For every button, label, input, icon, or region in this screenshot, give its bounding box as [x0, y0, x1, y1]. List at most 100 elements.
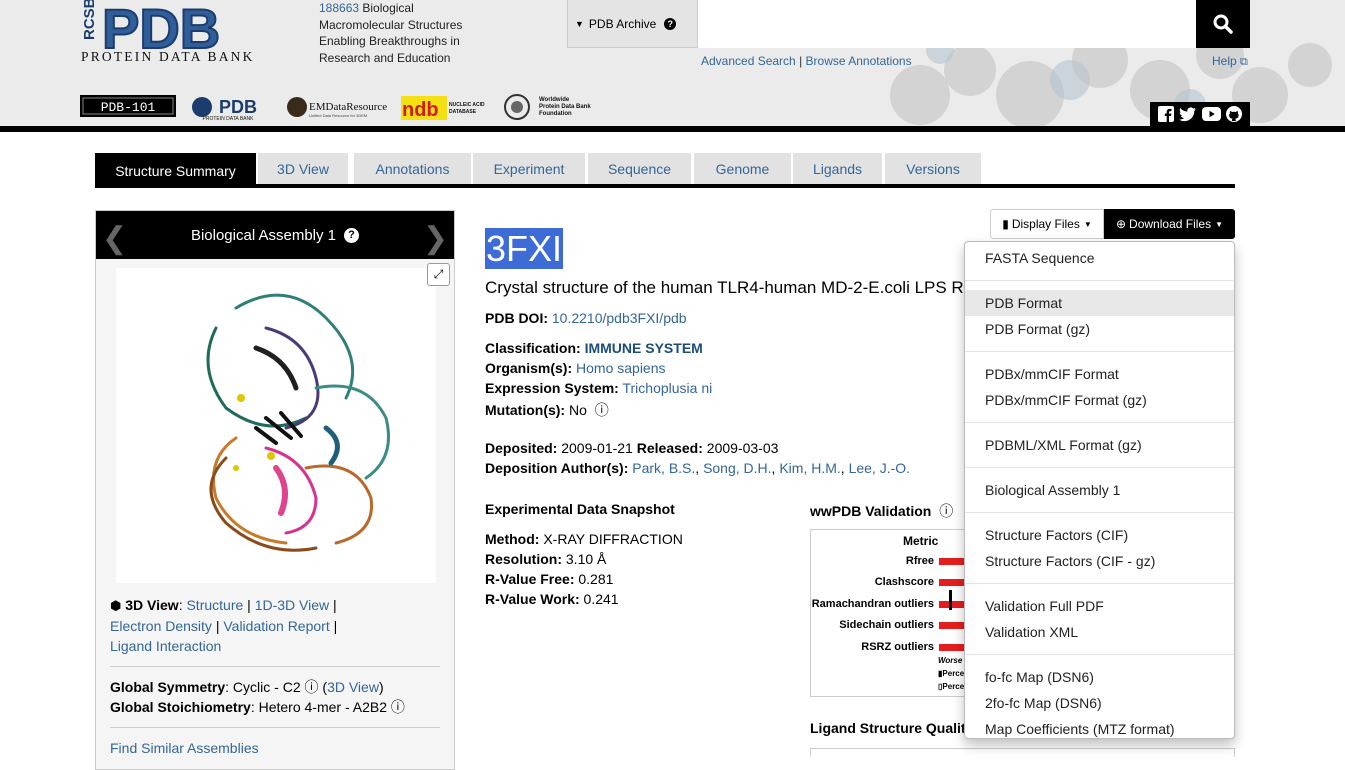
ndb-logo[interactable]: ndb NUCLEIC ACID DATABASE — [401, 96, 485, 121]
1d-3d-view-link[interactable]: 1D-3D View — [255, 597, 329, 613]
help-link[interactable]: Help ⧉ — [1212, 54, 1248, 69]
cube-icon: ⬢ — [110, 598, 122, 613]
tab-3d-view[interactable]: 3D View — [258, 153, 348, 184]
authors-row: Deposition Author(s): Park, B.S., Song, … — [485, 460, 911, 476]
prev-arrow-icon[interactable]: ❮ — [102, 221, 127, 256]
doi-link[interactable]: 10.2210/pdb3FXI/pdb — [552, 310, 687, 326]
youtube-icon[interactable] — [1201, 107, 1221, 121]
emdataresource-logo[interactable]: EMDataResource Unified Data Resource for… — [287, 97, 387, 118]
svg-text:PROTEIN DATA BANK: PROTEIN DATA BANK — [81, 49, 255, 64]
external-link-icon: ⧉ — [1240, 56, 1248, 68]
search-icon — [1213, 14, 1233, 34]
download-menu-item[interactable]: Structure Factors (CIF) — [965, 522, 1234, 548]
tab-ligands[interactable]: Ligands — [793, 153, 882, 184]
site-header: RCSB PDB PROTEIN DATA BANK 188663 Biolog… — [0, 0, 1345, 126]
electron-density-link[interactable]: Electron Density — [110, 618, 212, 634]
browse-annotations-link[interactable]: Browse Annotations — [806, 54, 912, 68]
structure-title: Crystal structure of the human TLR4-huma… — [485, 278, 965, 297]
symmetry-3d-view-link[interactable]: 3D View — [327, 679, 379, 695]
download-menu-item[interactable]: fo-fc Map (DSN6) — [965, 664, 1234, 690]
dates-row: Deposited: 2009-01-21 Released: 2009-03-… — [485, 440, 779, 456]
svg-text:EMDataResource: EMDataResource — [309, 101, 387, 113]
tab-sequence[interactable]: Sequence — [588, 153, 691, 184]
assembly-title: Biological Assembly 1 — [190, 226, 337, 244]
structure-view-link[interactable]: Structure — [186, 597, 243, 613]
rfree-row: R-Value Free: 0.281 — [485, 571, 614, 587]
menu-divider — [965, 280, 1234, 281]
divider — [110, 727, 440, 728]
tab-genome[interactable]: Genome — [694, 153, 791, 184]
download-menu-item[interactable]: PDBML/XML Format (gz) — [965, 432, 1234, 458]
info-icon[interactable]: ⓘ — [595, 402, 609, 418]
validation-report-link[interactable]: Validation Report — [223, 618, 329, 634]
pdb101-logo[interactable]: PDB-101 — [80, 95, 176, 117]
organism-link[interactable]: Homo sapiens — [576, 360, 666, 376]
rcsb-pdb-logo[interactable]: RCSB PDB PROTEIN DATA BANK — [80, 0, 310, 64]
author-link[interactable]: Kim, H.M. — [779, 460, 840, 476]
download-menu-item[interactable]: PDB Format (gz) — [965, 316, 1234, 342]
search-button[interactable] — [1196, 0, 1250, 48]
search-input[interactable] — [698, 0, 1196, 48]
twitter-icon[interactable] — [1179, 107, 1197, 122]
menu-divider — [965, 422, 1234, 423]
download-files-button[interactable]: ⊕ Download Files ▼ — [1104, 209, 1235, 239]
github-icon[interactable] — [1226, 106, 1243, 122]
svg-text:Protein Data Bank: Protein Data Bank — [539, 104, 591, 110]
question-circle-icon[interactable]: ? — [664, 17, 677, 30]
search-scope-dropdown[interactable]: ▼ PDB Archive ? — [567, 0, 698, 48]
svg-text:RCSB: RCSB — [81, 0, 98, 40]
tab-experiment[interactable]: Experiment — [473, 153, 585, 184]
tab-structure-summary[interactable]: Structure Summary — [95, 153, 256, 188]
menu-divider — [965, 512, 1234, 513]
caret-down-icon: ▼ — [1083, 219, 1092, 229]
menu-divider — [965, 583, 1234, 584]
percentile-marker — [949, 590, 952, 610]
wwpdb-logo[interactable]: PDB PROTEIN DATA BANK — [192, 97, 257, 122]
download-menu-item[interactable]: PDB Format — [965, 290, 1234, 316]
download-menu-item[interactable]: Map Coefficients (MTZ format) — [965, 716, 1234, 742]
tab-versions[interactable]: Versions — [885, 153, 981, 184]
download-menu-item[interactable]: FASTA Sequence — [965, 245, 1234, 271]
download-menu-item[interactable]: Validation Full PDF — [965, 593, 1234, 619]
author-link[interactable]: Song, D.H. — [703, 460, 771, 476]
caret-down-icon: ▼ — [1215, 219, 1224, 229]
download-menu-item[interactable]: PDBx/mmCIF Format (gz) — [965, 387, 1234, 413]
ligand-interaction-link[interactable]: Ligand Interaction — [110, 638, 221, 654]
info-icon[interactable]: ⓘ — [391, 699, 405, 715]
ligand-quality-heading: Ligand Structure Quality — [810, 720, 974, 736]
download-menu-item[interactable]: Validation XML — [965, 619, 1234, 645]
advanced-search-link[interactable]: Advanced Search — [701, 54, 796, 68]
svg-text:PDB-101: PDB-101 — [101, 100, 156, 115]
info-icon[interactable]: ⓘ — [939, 503, 953, 519]
info-icon[interactable]: ⓘ — [305, 679, 319, 695]
partner-logos: PDB-101 PDB PROTEIN DATA BANK EMDataReso… — [80, 94, 591, 122]
assembly-carousel-header: ❮ Biological Assembly 1 ? ❯ — [96, 211, 454, 259]
author-link[interactable]: Park, B.S. — [632, 460, 695, 476]
resolution-row: Resolution: 3.10 Å — [485, 551, 607, 567]
svg-text:PDB: PDB — [219, 97, 257, 117]
classification-link[interactable]: IMMUNE SYSTEM — [585, 340, 703, 356]
find-similar-assemblies-link[interactable]: Find Similar Assemblies — [110, 740, 259, 756]
validation-slider-image[interactable]: Metric Rfree Clashscore Ramachandran out… — [810, 529, 970, 697]
download-menu-item[interactable]: PDBx/mmCIF Format — [965, 361, 1234, 387]
ligand-quality-box — [810, 748, 1235, 757]
svg-text:DATABASE: DATABASE — [449, 109, 477, 115]
download-menu-item[interactable]: Structure Factors (CIF - gz) — [965, 548, 1234, 574]
tab-annotations[interactable]: Annotations — [354, 153, 471, 184]
assembly-info: ⬢ 3D View: Structure | 1D-3D View | Elec… — [110, 595, 440, 758]
assembly-image[interactable] — [116, 268, 436, 583]
download-menu-item[interactable]: 2fo-fc Map (DSN6) — [965, 690, 1234, 716]
entry-count-link[interactable]: 188663 — [319, 1, 359, 15]
expression-system-link[interactable]: Trichoplusia ni — [622, 380, 712, 396]
experimental-heading: Experimental Data Snapshot — [485, 501, 675, 517]
display-files-button[interactable]: ▮ Display Files ▼ — [990, 209, 1104, 239]
download-menu-item[interactable]: Biological Assembly 1 — [965, 477, 1234, 503]
next-arrow-icon[interactable]: ❯ — [423, 221, 448, 256]
molecule-render — [206, 293, 390, 552]
question-circle-icon[interactable]: ? — [344, 227, 360, 243]
expand-icon[interactable]: ⤢ — [427, 263, 450, 286]
doi-row: PDB DOI: 10.2210/pdb3FXI/pdb — [485, 310, 687, 326]
facebook-icon[interactable] — [1157, 106, 1174, 122]
author-link[interactable]: Lee, J.-O. — [849, 460, 910, 476]
wwpdb-foundation-logo[interactable]: Worldwide Protein Data Bank Foundation — [504, 94, 591, 120]
